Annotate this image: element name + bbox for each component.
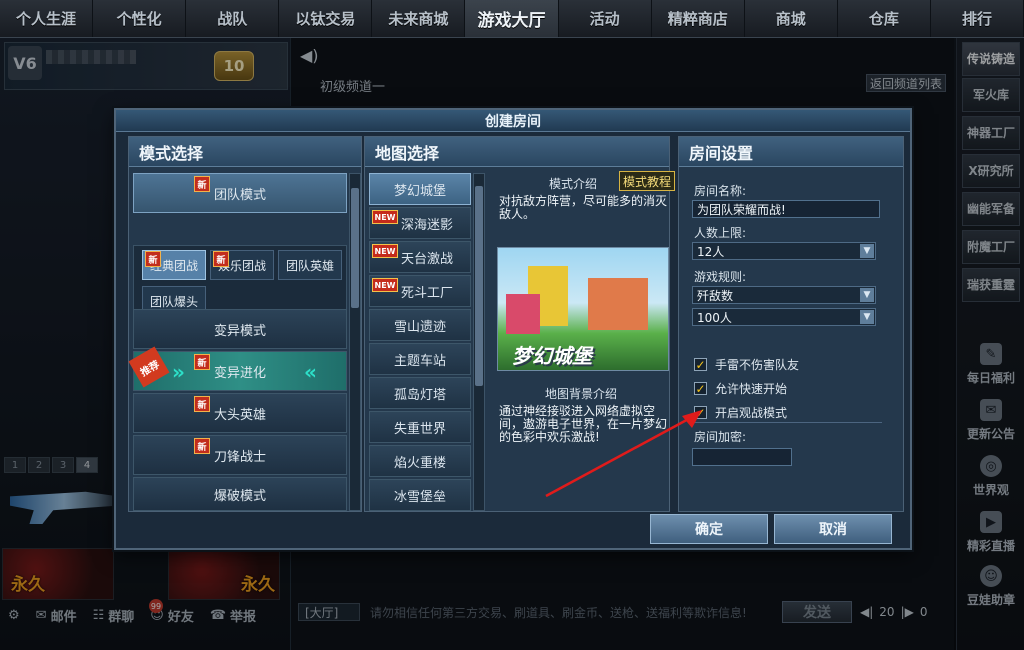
mode-team[interactable]: 团队模式 新 (133, 173, 347, 213)
player-limit-label: 人数上限: (694, 226, 747, 240)
map-snow-ruins[interactable]: 雪山遗迹 (369, 309, 471, 341)
game-rule-value: 歼敌数 (697, 288, 734, 303)
nav-warehouse[interactable]: 仓库 (838, 0, 931, 37)
mode-big-head-hero[interactable]: 大头英雄新 (133, 393, 347, 433)
player-limit-value: 12人 (697, 244, 725, 259)
new-tag: 新 (194, 354, 210, 370)
chevron-down-icon: ▼ (860, 244, 874, 258)
mode-label: 刀锋战士 (213, 449, 266, 465)
option-label: 手雷不伤害队友 (715, 358, 800, 372)
map-theme-station[interactable]: 主题车站 (369, 343, 471, 375)
option-label: 允许快速开始 (715, 382, 788, 396)
mode-scroll-thumb[interactable] (351, 188, 359, 308)
new-tag: NEW (372, 278, 398, 292)
confirm-button[interactable]: 确定 (650, 514, 768, 544)
create-room-dialog: 创建房间 模式选择 团队模式 新 经典团战新 娱乐团战新 团队英雄 团队爆头 变… (114, 108, 912, 550)
game-lobby-screen: 个人生涯 个性化 战队 以钛交易 未来商城 游戏大厅 活动 精粹商店 商城 仓库… (0, 0, 1024, 650)
arrow-head (682, 410, 702, 428)
cancel-button[interactable]: 取消 (774, 514, 892, 544)
chevron-down-icon: ▼ (860, 310, 874, 324)
nav-mall[interactable]: 商城 (745, 0, 838, 37)
nav-clan[interactable]: 战队 (186, 0, 280, 37)
mode-label: 大头英雄 (213, 407, 266, 423)
map-preview-image: 梦幻城堡 (497, 247, 669, 371)
mode-team-label: 团队模式 (213, 187, 266, 203)
submode-classic-team[interactable]: 经典团战新 (142, 250, 206, 280)
mode-mutation-evolution[interactable]: 推荐 » 变异进化 新 « (128, 346, 347, 391)
mode-scrollbar[interactable] (349, 173, 361, 511)
new-tag: 新 (194, 438, 210, 454)
room-name-label: 房间名称: (694, 184, 747, 198)
map-fireworks-tower[interactable]: 焰火重楼 (369, 445, 471, 477)
nav-trade[interactable]: 以钛交易 (279, 0, 373, 37)
option-no-team-grenade[interactable]: ✓ 手雷不伤害队友 (694, 356, 799, 373)
castle-wall (588, 278, 648, 330)
map-panel-header: 地图选择 (365, 137, 669, 167)
divider (692, 422, 882, 423)
checkbox-checked-icon[interactable]: ✓ (694, 358, 707, 372)
new-tag: 新 (213, 251, 229, 267)
nav-essence-shop[interactable]: 精粹商店 (652, 0, 745, 37)
map-scroll-thumb[interactable] (475, 186, 483, 386)
mode-intro-tab[interactable]: 模式介绍 (549, 175, 597, 192)
player-limit-select[interactable]: 12人 ▼ (692, 242, 876, 260)
map-dream-castle[interactable]: 梦幻城堡 (369, 173, 471, 205)
map-rooftop[interactable]: NEW 天台激战 (369, 241, 471, 273)
castle-building (506, 294, 540, 334)
nav-game-lobby[interactable]: 游戏大厅 (465, 0, 559, 37)
new-tag: NEW (372, 210, 398, 224)
top-nav: 个人生涯 个性化 战队 以钛交易 未来商城 游戏大厅 活动 精粹商店 商城 仓库… (0, 0, 1024, 38)
map-lighthouse[interactable]: 孤岛灯塔 (369, 377, 471, 409)
nav-ranking[interactable]: 排行 (931, 0, 1024, 37)
mode-mutation[interactable]: 变异模式 (133, 309, 347, 349)
new-tag: 新 (194, 176, 210, 192)
map-bg-title: 地图背景介绍 (545, 387, 618, 401)
option-label: 开启观战模式 (715, 406, 788, 420)
recommend-tag: 推荐 (128, 346, 170, 388)
mode-panel: 模式选择 团队模式 新 经典团战新 娱乐团战新 团队英雄 团队爆头 变异模式 推… (128, 136, 362, 512)
new-tag: 新 (145, 251, 161, 267)
new-tag: 新 (194, 396, 210, 412)
kill-target-select[interactable]: 100人 ▼ (692, 308, 876, 326)
dialog-title: 创建房间 (116, 110, 910, 132)
mode-label: 变异进化 (213, 365, 266, 381)
chevron-left-icon: « (304, 360, 317, 384)
mode-description: 对抗敌方阵营，尽可能多的消灭敌人。 (499, 194, 668, 221)
submode-team-hero[interactable]: 团队英雄 (278, 250, 342, 280)
map-death-factory[interactable]: NEW 死斗工厂 (369, 275, 471, 307)
new-tag: NEW (372, 244, 398, 258)
room-settings-header: 房间设置 (679, 137, 903, 167)
map-scrollbar[interactable] (473, 173, 485, 511)
chevron-down-icon: ▼ (860, 288, 874, 302)
chevron-right-icon: » (172, 360, 185, 384)
submode-fun-team[interactable]: 娱乐团战新 (210, 250, 274, 280)
arrow-shaft (545, 414, 695, 498)
mode-blade-warrior[interactable]: 刀锋战士新 (133, 435, 347, 475)
mode-panel-header: 模式选择 (129, 137, 361, 167)
map-label: 天台激战 (400, 251, 453, 267)
map-preview-title: 梦幻城堡 (512, 344, 592, 368)
checkbox-checked-icon[interactable]: ✓ (694, 382, 707, 396)
nav-future-mall[interactable]: 未来商城 (372, 0, 466, 37)
nav-events[interactable]: 活动 (559, 0, 652, 37)
mode-tutorial-tab[interactable]: 模式教程 (619, 171, 675, 191)
kill-target-value: 100人 (697, 310, 732, 325)
nav-career[interactable]: 个人生涯 (0, 0, 94, 37)
map-zero-gravity[interactable]: 失重世界 (369, 411, 471, 443)
option-quick-start[interactable]: ✓ 允许快速开始 (694, 380, 787, 397)
nav-personalize[interactable]: 个性化 (93, 0, 187, 37)
room-name-input[interactable]: 为团队荣耀而战! (692, 200, 880, 218)
map-ice-fortress[interactable]: 冰雪堡垒 (369, 479, 471, 511)
game-rule-label: 游戏规则: (694, 270, 747, 284)
game-rule-select[interactable]: 歼敌数 ▼ (692, 286, 876, 304)
map-label: 深海迷影 (400, 217, 453, 233)
map-deep-sea[interactable]: NEW 深海迷影 (369, 207, 471, 239)
annotation-arrow (545, 410, 702, 498)
map-label: 死斗工厂 (400, 285, 453, 301)
mode-demolition[interactable]: 爆破模式 (133, 477, 347, 511)
